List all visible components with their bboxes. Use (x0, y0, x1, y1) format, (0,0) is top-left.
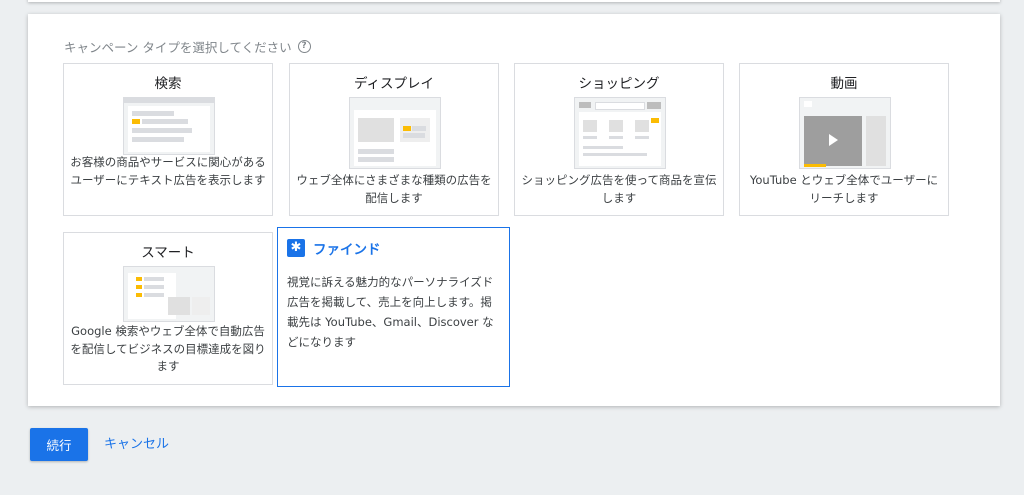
card-title: 動画 (830, 76, 858, 92)
card-title: 検索 (154, 76, 182, 92)
card-description: Google 検索やウェブ全体で自動広告を配信してビジネスの目標達成を図ります (70, 324, 266, 373)
shopping-illustration-icon (574, 97, 666, 169)
card-description: ショッピング広告を使って商品を宣伝します (521, 173, 717, 205)
card-title: スマート (141, 245, 195, 261)
campaign-type-panel: キャンペーン タイプを選択してください ? 検索 お客様の商品やサービスに関心が… (28, 14, 1000, 406)
card-description: 視覚に訴える魅力的なパーソナライズド広告を掲載して、売上を向上します。掲載先は … (287, 275, 494, 349)
campaign-type-prompt: キャンペーン タイプを選択してください ? (64, 37, 311, 56)
card-description: YouTube とウェブ全体でユーザーにリーチします (749, 173, 939, 205)
help-icon[interactable]: ? (297, 40, 311, 53)
campaign-card-shopping[interactable]: ショッピング ショッピング広告を使って商品を宣伝します (514, 63, 724, 216)
card-description: お客様の商品やサービスに関心があるユーザーにテキスト広告を表示します (70, 155, 266, 187)
discovery-icon: ✱ (287, 239, 305, 257)
campaign-card-video[interactable]: 動画 YouTube とウェブ全体でユーザーにリーチします (739, 63, 949, 216)
campaign-card-search[interactable]: 検索 お客様の商品やサービスに関心があるユーザーにテキスト広告を表示します (63, 63, 273, 216)
discovery-header: ✱ ファインド (287, 238, 381, 258)
continue-button[interactable]: 続行 (30, 428, 88, 461)
previous-section-card (28, 0, 1000, 2)
card-title: ファインド (313, 242, 381, 258)
display-illustration-icon (349, 97, 441, 169)
smart-illustration-icon (123, 266, 215, 322)
prompt-text: キャンペーン タイプを選択してください (64, 40, 292, 55)
video-illustration-icon (799, 97, 891, 169)
campaign-card-discovery[interactable]: ✱ ファインド 視覚に訴える魅力的なパーソナライズド広告を掲載して、売上を向上し… (277, 227, 510, 387)
cancel-button[interactable]: キャンセル (100, 428, 173, 461)
card-description: ウェブ全体にさまざまな種類の広告を配信します (296, 173, 492, 205)
campaign-card-smart[interactable]: スマート Google 検索やウェブ全体で自動広告を配信してビジネスの目標達成を… (63, 232, 273, 385)
card-title: ショッピング (578, 76, 660, 92)
campaign-card-display[interactable]: ディスプレイ ウェブ全体にさまざまな種類の広告を配信します (289, 63, 499, 216)
card-title: ディスプレイ (353, 76, 435, 92)
search-illustration-icon (123, 97, 215, 155)
